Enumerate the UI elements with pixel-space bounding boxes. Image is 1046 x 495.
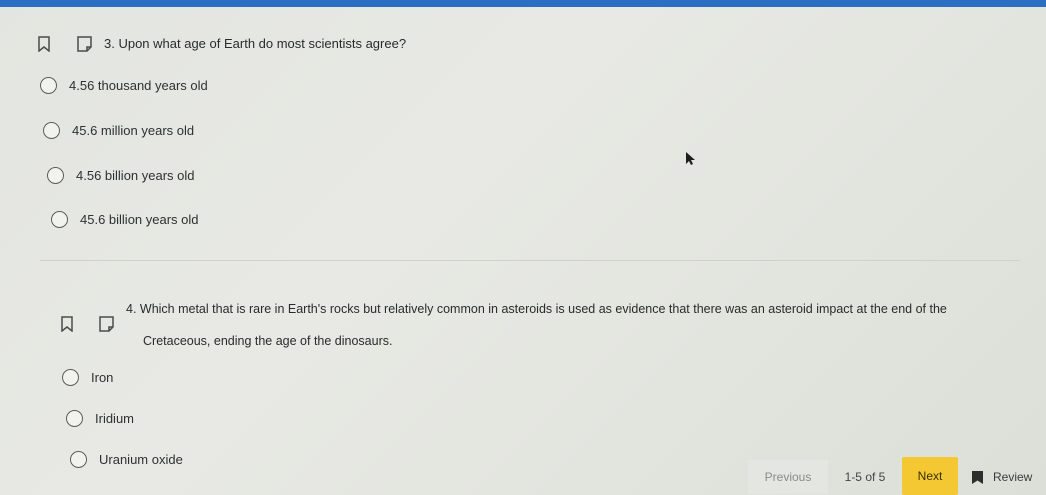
flag-outline-icon[interactable]: [77, 36, 93, 57]
question-3-option-4[interactable]: 45.6 billion years old: [51, 211, 199, 228]
question-4-text-line2: Cretaceous, ending the age of the dinosa…: [143, 334, 393, 348]
radio-icon[interactable]: [66, 410, 83, 427]
question-4-option-1[interactable]: Iron: [62, 369, 113, 386]
review-label: Review: [993, 470, 1033, 484]
question-3-option-1[interactable]: 4.56 thousand years old: [40, 77, 208, 94]
previous-button[interactable]: Previous: [748, 460, 828, 494]
question-4-option-2[interactable]: Iridium: [66, 410, 134, 427]
top-bar: [0, 0, 1046, 7]
next-button[interactable]: Next: [902, 457, 958, 495]
question-3-option-3[interactable]: 4.56 billion years old: [47, 167, 195, 184]
question-divider: [40, 260, 1020, 261]
radio-icon[interactable]: [43, 122, 60, 139]
radio-icon[interactable]: [51, 211, 68, 228]
question-3-option-2[interactable]: 45.6 million years old: [43, 122, 194, 139]
radio-icon[interactable]: [62, 369, 79, 386]
review-button[interactable]: Review: [972, 460, 1046, 494]
cursor-icon: [686, 152, 696, 171]
quiz-screen: 3. Upon what age of Earth do most scient…: [0, 0, 1046, 495]
radio-icon[interactable]: [40, 77, 57, 94]
question-3-text: 3. Upon what age of Earth do most scient…: [104, 36, 407, 51]
bookmark-icon[interactable]: [61, 316, 73, 337]
bookmark-icon[interactable]: [38, 36, 50, 57]
radio-icon[interactable]: [70, 451, 87, 468]
radio-icon[interactable]: [47, 167, 64, 184]
flag-outline-icon[interactable]: [99, 316, 115, 337]
page-count: 1-5 of 5: [844, 470, 886, 484]
question-4-text-line1: 4. Which metal that is rare in Earth's r…: [126, 302, 947, 316]
question-4-option-3[interactable]: Uranium oxide: [70, 451, 183, 468]
review-flag-icon: [972, 470, 983, 484]
